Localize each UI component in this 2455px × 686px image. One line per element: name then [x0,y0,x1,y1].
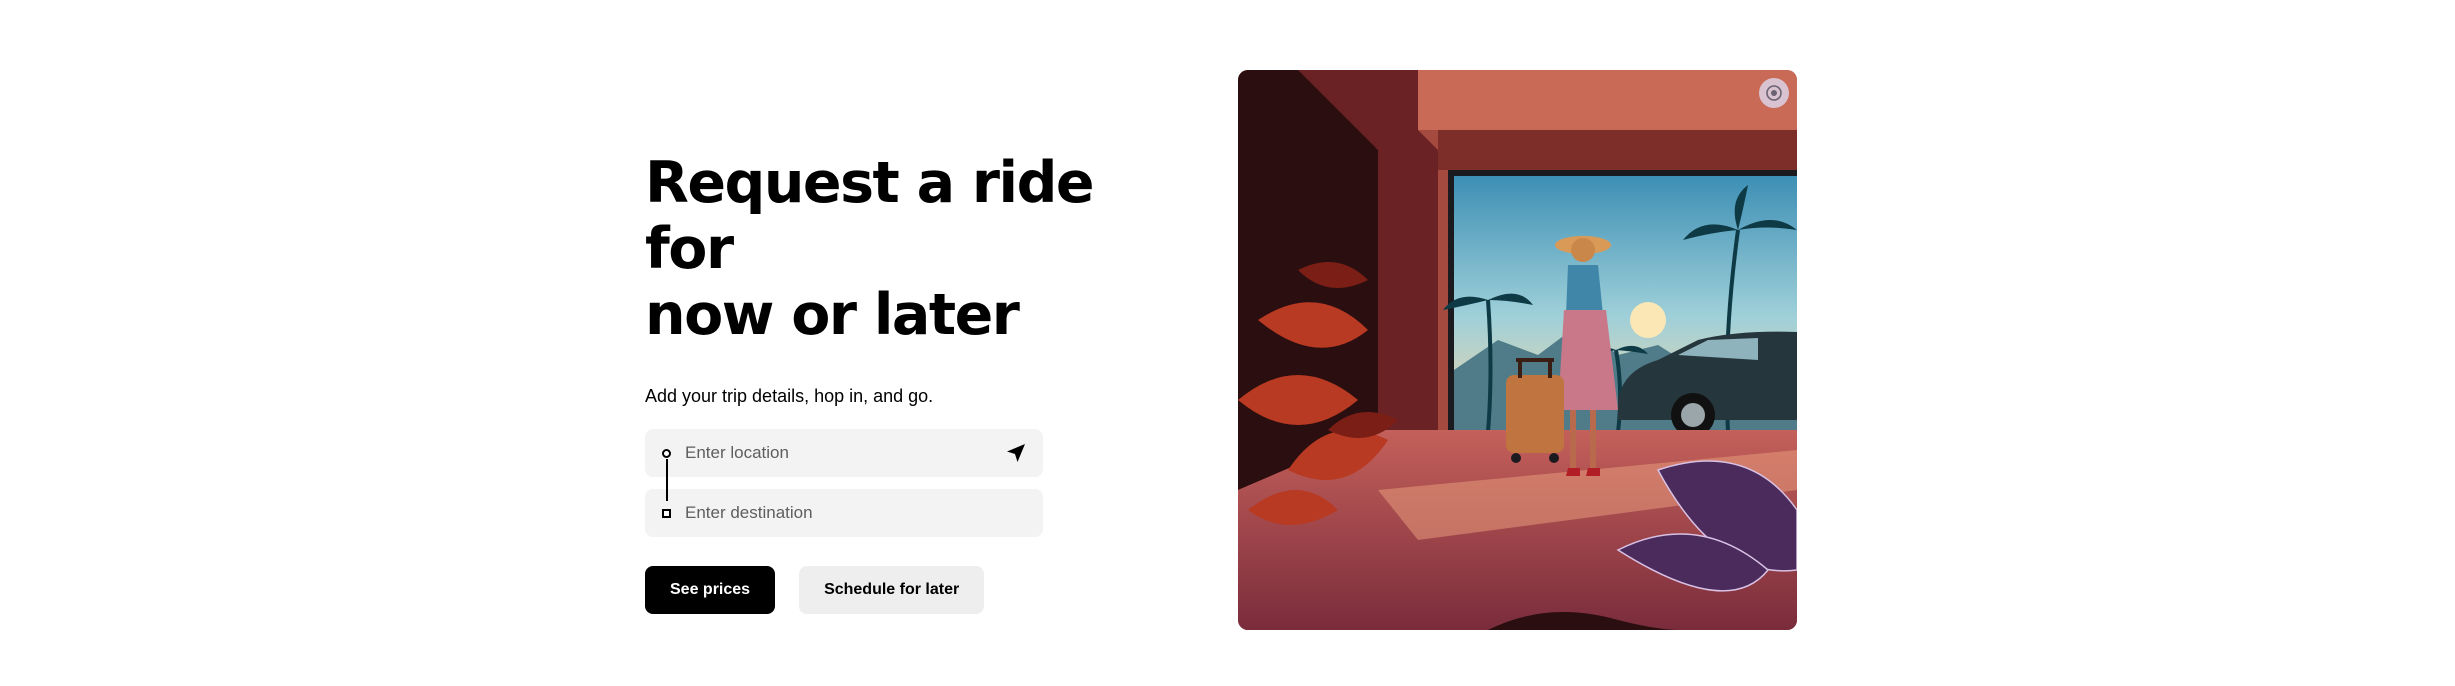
trip-inputs: Enter location Enter destination [645,429,1043,537]
illustration-graphic [1238,70,1797,630]
page-subtitle: Add your trip details, hop in, and go. [645,386,934,406]
title-line-2: now or later [645,282,1020,348]
destination-square-icon [662,508,671,518]
see-prices-button[interactable]: See prices [645,566,776,614]
camera-lens-icon[interactable] [1759,78,1789,108]
hero-illustration [1238,70,1797,630]
ride-request-panel: Request a ride for now or later Add your… [645,150,1105,614]
pickup-dot-icon [662,448,671,458]
schedule-for-later-button[interactable]: Schedule for later [799,566,985,614]
title-line-1: Request a ride for [645,150,1095,282]
pickup-input[interactable]: Enter location [685,443,1005,463]
action-buttons: See prices Schedule for later [645,566,1105,614]
route-connector-line [666,459,668,501]
destination-input[interactable]: Enter destination [685,503,1027,523]
navigation-arrow-icon[interactable] [1005,442,1027,464]
pickup-field[interactable]: Enter location [645,429,1043,477]
destination-field[interactable]: Enter destination [645,489,1043,537]
page-title: Request a ride for now or later [645,150,1105,348]
